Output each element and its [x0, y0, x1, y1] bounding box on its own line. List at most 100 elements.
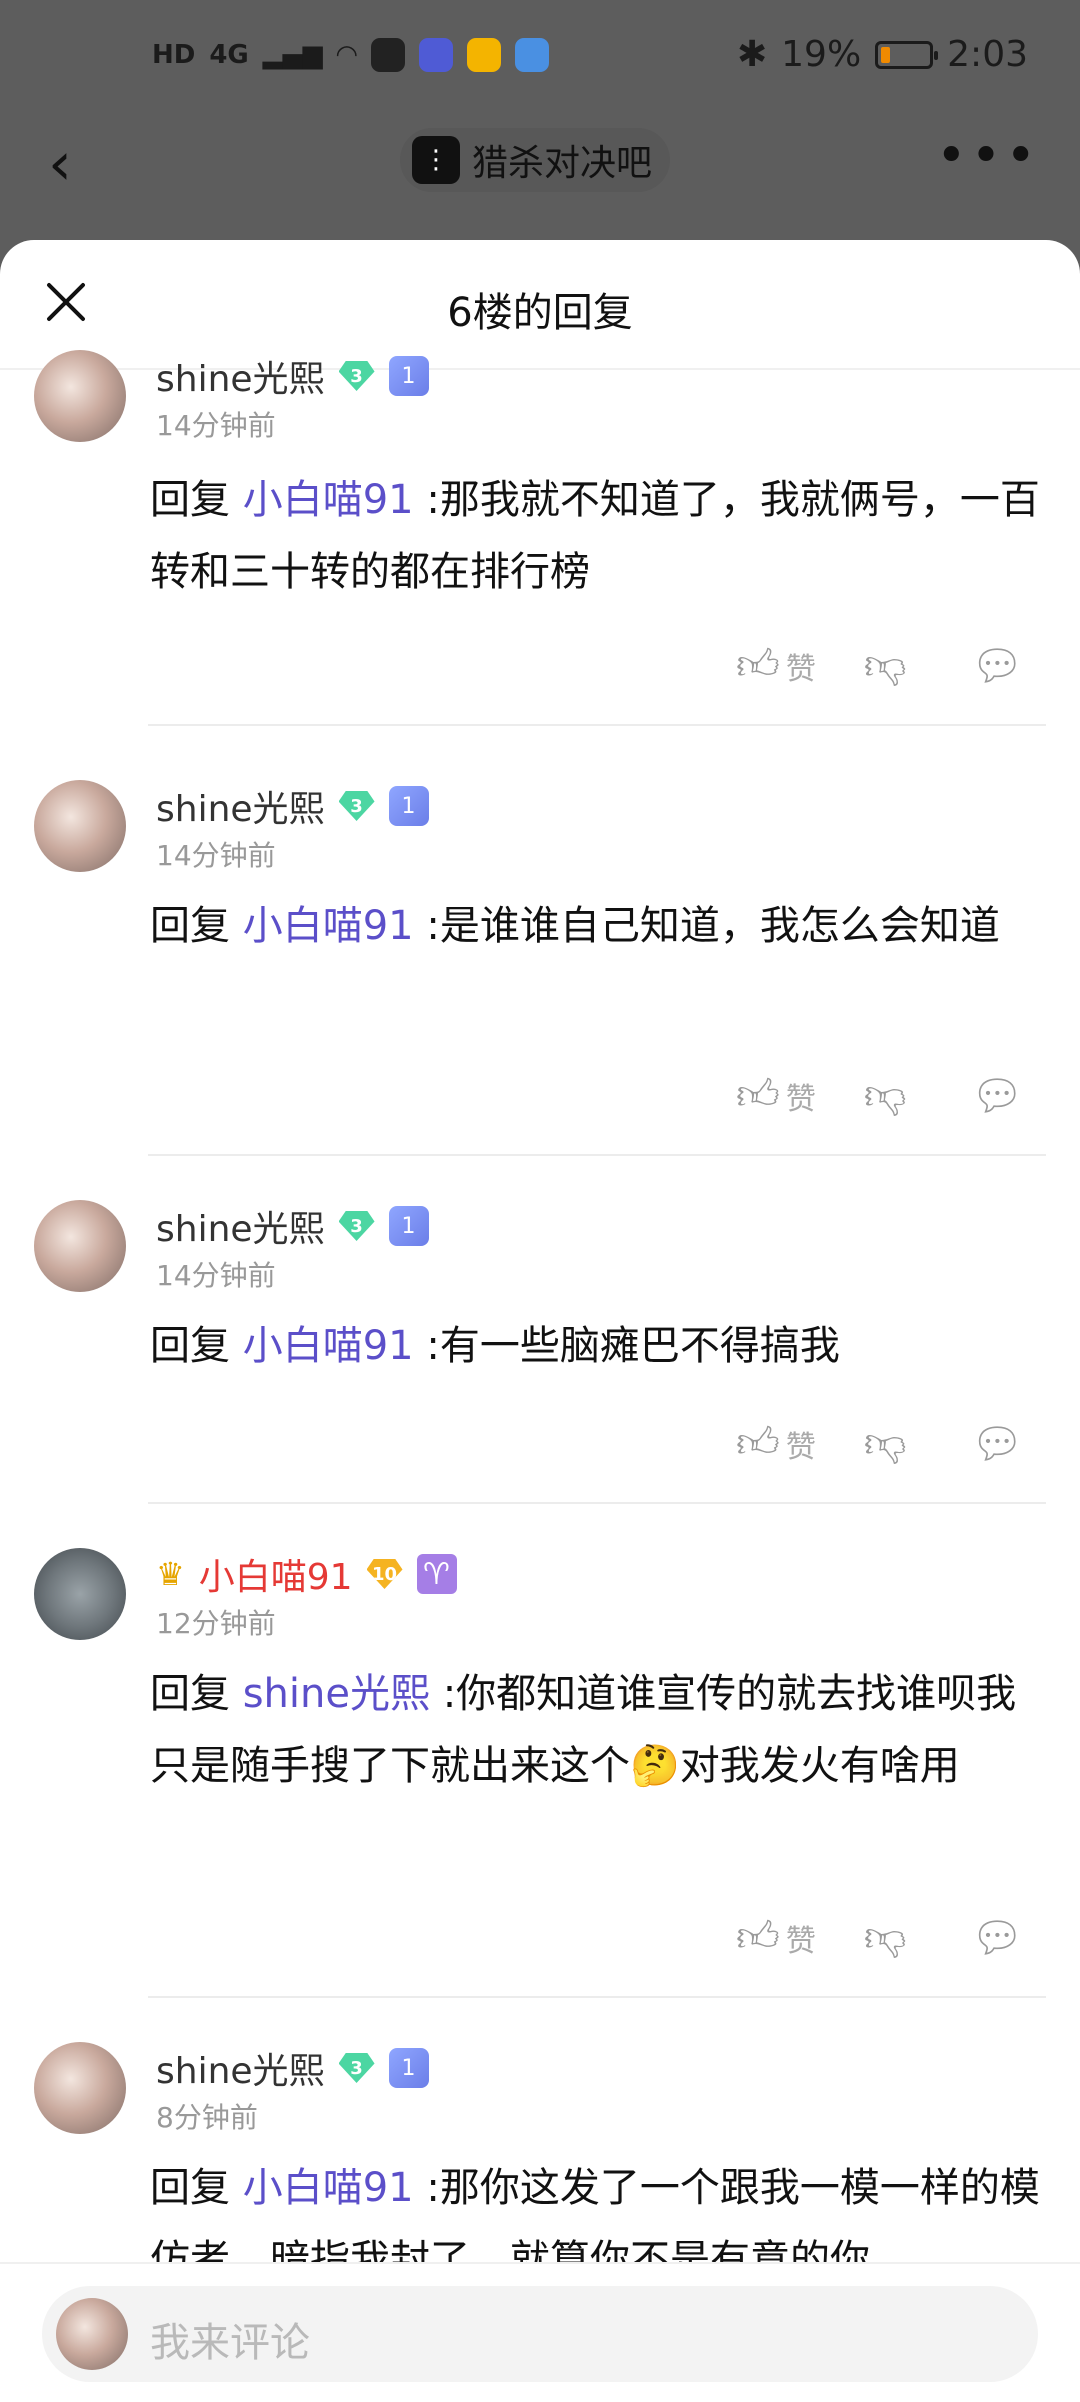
thumbs-down-icon: 👎︎: [863, 1418, 907, 1467]
reply-time: 14分钟前: [156, 839, 276, 872]
thumbs-down-icon: 👎︎: [863, 640, 907, 689]
level-badge: 10: [366, 1559, 403, 1589]
battery-fill: [881, 46, 891, 63]
user-name-row[interactable]: shine光熙 3 1: [156, 1200, 429, 1252]
comment-icon: 💬︎: [970, 1418, 1024, 1468]
my-avatar: [56, 2298, 128, 2370]
comment-placeholder: 我来评论: [150, 2320, 310, 2366]
avatar[interactable]: [34, 1548, 126, 1640]
more-options-icon[interactable]: •••: [936, 126, 1040, 186]
reply-target[interactable]: 小白喵91: [243, 477, 414, 523]
honor-badge-icon: 1: [388, 2048, 429, 2088]
user-name-row[interactable]: shine光熙 3 1: [156, 350, 429, 402]
sheet-title: 6楼的回复: [447, 290, 633, 336]
like-label: 赞: [785, 1081, 816, 1117]
reply-text[interactable]: 回复 小白喵91 :有一些脑瘫巴不得搞我: [150, 1310, 1050, 1382]
comment-button[interactable]: 💬︎: [971, 1913, 1024, 1963]
like-button[interactable]: 👍︎ 赞: [736, 640, 816, 691]
battery-icon: [875, 40, 939, 69]
like-label: 赞: [785, 651, 816, 687]
reply-time: 8分钟前: [156, 2101, 258, 2134]
level-badge: 3: [338, 791, 375, 821]
reply-text[interactable]: 回复 小白喵91 :那我就不知道了，我就俩号，一百转和三十转的都在排行榜: [150, 464, 1050, 608]
bluetooth-icon: ✱: [736, 34, 768, 75]
thumbs-down-icon: 👎︎: [863, 1912, 907, 1961]
level-badge: 3: [338, 361, 375, 391]
user-name: shine光熙: [156, 359, 325, 400]
reply-prefix: 回复: [150, 1323, 230, 1369]
back-button[interactable]: ‹: [48, 134, 72, 194]
crown-icon: ♛: [156, 1555, 185, 1593]
user-name: shine光熙: [156, 2051, 325, 2092]
reply-prefix: 回复: [150, 903, 230, 949]
reply-prefix: 回复: [150, 2165, 230, 2211]
reply-actions: 👍︎ 赞 👎︎ 💬︎: [736, 1418, 1024, 1469]
user-name-row[interactable]: shine光熙 3 1: [156, 2042, 429, 2094]
network-type: 4G: [209, 40, 249, 70]
honor-badge-icon: 1: [388, 1206, 429, 1246]
like-button[interactable]: 👍︎ 赞: [736, 1912, 816, 1963]
reply-text[interactable]: 回复 小白喵91 :是谁谁自己知道，我怎么会知道: [150, 890, 1050, 962]
like-button[interactable]: 👍︎ 赞: [736, 1418, 816, 1469]
divider: [148, 1996, 1046, 1998]
page-header: ‹ ⋮ 猎杀对决吧 •••: [0, 120, 1080, 240]
aries-icon: ♈︎: [416, 1554, 457, 1594]
music-notification-icon: [514, 38, 549, 72]
comment-icon: 💬︎: [970, 640, 1024, 690]
reply-sheet: 6楼的回复 shine光熙 3 1 14分钟前 回复 小白喵91 :那我就不知道…: [0, 240, 1080, 2400]
reply-time: 14分钟前: [156, 409, 276, 442]
comment-button[interactable]: 💬︎: [971, 1419, 1024, 1469]
tieba-notification-icon: [418, 38, 453, 72]
comment-input[interactable]: 我来评论: [42, 2286, 1038, 2382]
thumbs-up-icon: 👍︎: [736, 1912, 780, 1961]
comment-bar: 我来评论: [0, 2262, 1080, 2402]
avatar[interactable]: [34, 780, 126, 872]
signal-icon: ▂▄▆: [262, 40, 323, 70]
reply-time: 14分钟前: [156, 1259, 276, 1292]
avatar[interactable]: [34, 1200, 126, 1292]
dislike-button[interactable]: 👎︎: [864, 1418, 907, 1469]
forum-logo-icon: ⋮: [412, 136, 460, 184]
clock: 2:03: [947, 34, 1028, 75]
thumbs-up-icon: 👍︎: [736, 1070, 780, 1119]
thumbs-up-icon: 👍︎: [736, 1418, 780, 1467]
reply-actions: 👍︎ 赞 👎︎ 💬︎: [736, 1070, 1024, 1121]
like-label: 赞: [785, 1923, 816, 1959]
dislike-button[interactable]: 👎︎: [864, 640, 907, 691]
reply-target[interactable]: 小白喵91: [243, 903, 414, 949]
reply-prefix: 回复: [150, 477, 230, 523]
reply-prefix: 回复: [150, 1671, 230, 1717]
wifi-icon: ◠: [336, 40, 357, 70]
avatar[interactable]: [34, 350, 126, 442]
reply-actions: 👍︎ 赞 👎︎ 💬︎: [736, 1912, 1024, 1963]
user-name-row[interactable]: ♛ 小白喵91 10 ♈︎: [156, 1548, 457, 1600]
dislike-button[interactable]: 👎︎: [864, 1912, 907, 1963]
avatar[interactable]: [34, 2042, 126, 2134]
comment-button[interactable]: 💬︎: [971, 1071, 1024, 1121]
divider: [148, 1154, 1046, 1156]
forum-chip[interactable]: ⋮ 猎杀对决吧: [400, 128, 671, 192]
reply-body: :有一些脑瘫巴不得搞我: [426, 1323, 840, 1369]
reply-text[interactable]: 回复 shine光熙 :你都知道谁宣传的就去找谁呗我只是随手搜了下就出来这个🤔对…: [150, 1658, 1050, 1802]
divider: [148, 724, 1046, 726]
like-button[interactable]: 👍︎ 赞: [736, 1070, 816, 1121]
app-notification-icon: [370, 38, 405, 72]
user-name: shine光熙: [156, 789, 325, 830]
reply-target[interactable]: shine光熙: [243, 1671, 430, 1717]
status-bar: HD 4G ▂▄▆ ◠ ✱ 19% 2:03: [0, 0, 1080, 120]
reply-body: :是谁谁自己知道，我怎么会知道: [426, 903, 1000, 949]
hd-indicator: HD: [152, 40, 196, 70]
reply-target[interactable]: 小白喵91: [243, 2165, 414, 2211]
comment-icon: 💬︎: [970, 1912, 1024, 1962]
user-name: shine光熙: [156, 1209, 325, 1250]
comment-icon: 💬︎: [970, 1070, 1024, 1120]
thumbs-down-icon: 👎︎: [863, 1070, 907, 1119]
reply-target[interactable]: 小白喵91: [243, 1323, 414, 1369]
reply-time: 12分钟前: [156, 1607, 276, 1640]
user-name-row[interactable]: shine光熙 3 1: [156, 780, 429, 832]
level-badge: 3: [338, 1211, 375, 1241]
comment-button[interactable]: 💬︎: [971, 641, 1024, 691]
dislike-button[interactable]: 👎︎: [864, 1070, 907, 1121]
mail-notification-icon: [466, 38, 501, 72]
forum-name: 猎杀对决吧: [472, 143, 653, 184]
